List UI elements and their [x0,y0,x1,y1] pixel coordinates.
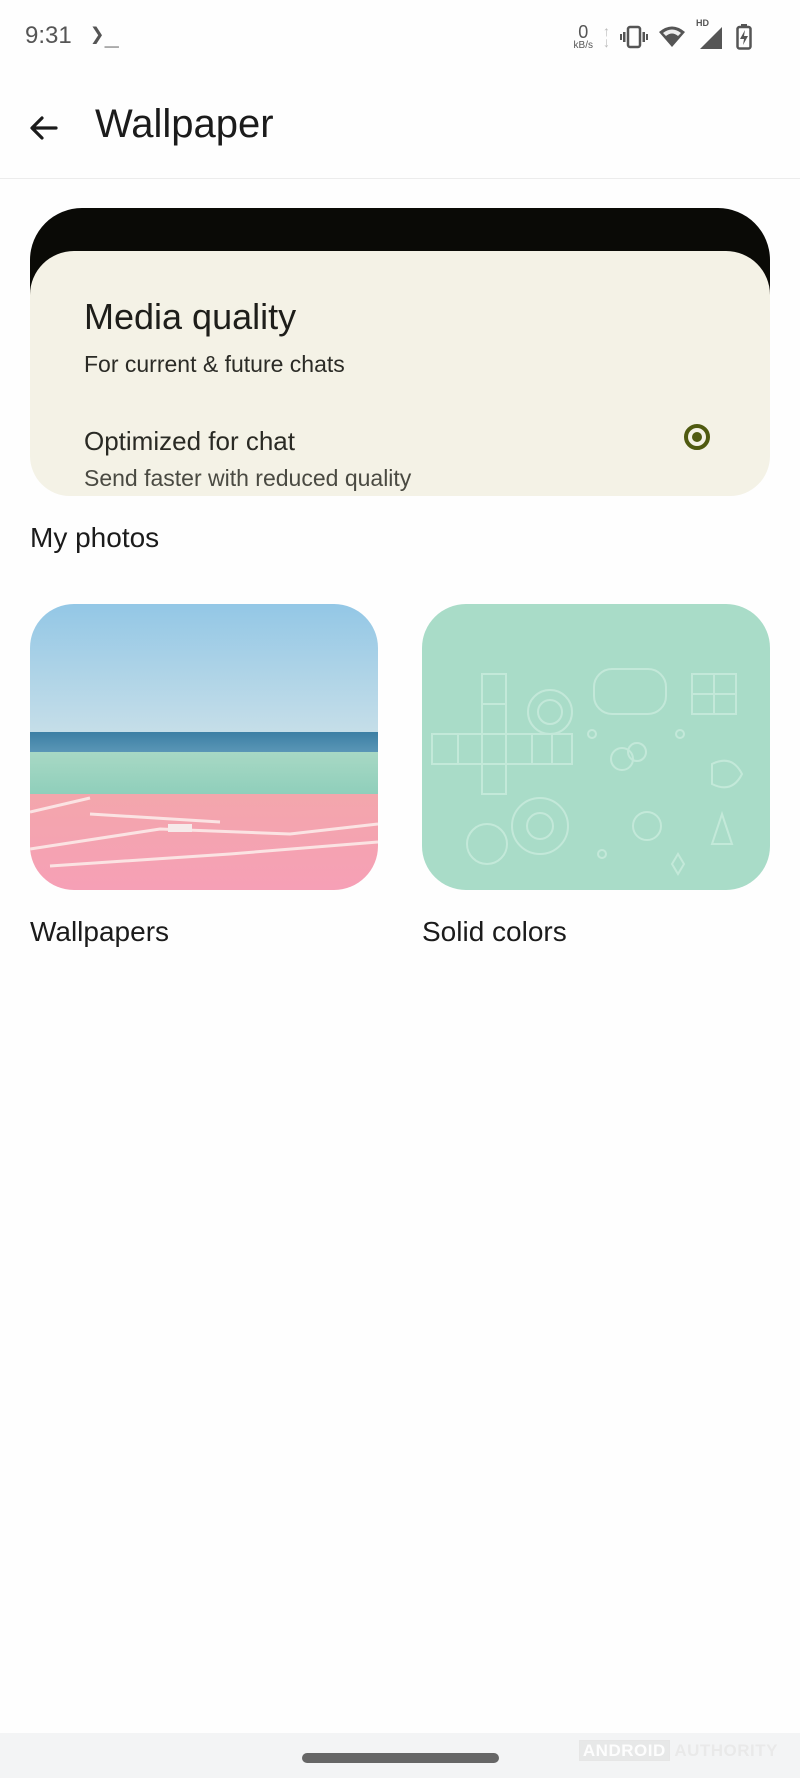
watermark-part-b: AUTHORITY [674,1741,778,1760]
media-quality-card: Media quality For current & future chats… [30,208,770,496]
watermark-part-a: ANDROID [578,1740,670,1761]
status-time: 9:31 [25,22,72,49]
doodle-pattern [431,668,744,876]
wallpapers-label[interactable]: Wallpapers [30,916,169,948]
terminal-icon: ❯_ [90,20,119,48]
solid-colors-label[interactable]: Solid colors [422,916,567,948]
thumb-sky [30,604,378,732]
solid-colors-thumbnail[interactable] [422,604,770,890]
app-bar: Wallpaper [0,80,800,179]
wifi-icon [659,26,685,47]
thumb-sea [30,732,378,752]
arrow-back-icon[interactable] [26,110,62,146]
data-arrows-icon: ↑ ↓ [603,22,610,50]
cell-signal: HD [696,18,726,50]
status-bar: 9:31 ❯_ 0 kB/s ↑ ↓ HD [0,0,800,72]
media-quality-subtitle: For current & future chats [84,351,345,377]
option-optimized-label[interactable]: Optimized for chat [84,426,295,457]
watermark: ANDROID AUTHORITY [578,1740,778,1761]
cell-signal-icon [700,27,722,49]
net-speed: 0 kB/s [574,23,593,51]
vibrate-icon [620,25,648,49]
net-speed-unit: kB/s [573,40,593,51]
gesture-handle[interactable] [302,1753,499,1763]
battery-charging-icon [736,24,752,50]
media-quality-sheet: Media quality For current & future chats… [30,251,770,496]
my-photos-item[interactable]: My photos [30,522,159,554]
navigation-bar: ANDROID AUTHORITY [0,1733,800,1778]
page-title: Wallpaper [95,102,274,146]
wallpapers-thumbnail[interactable] [30,604,378,890]
net-speed-value: 0 [578,22,589,42]
status-icons: 0 kB/s ↑ ↓ HD [574,18,752,54]
option-optimized-description: Send faster with reduced quality [84,465,412,491]
media-quality-title: Media quality [84,296,297,337]
thumb-pink-salt-flats [30,794,378,890]
option-optimized-radio[interactable] [684,424,710,450]
thumb-lagoon [30,752,378,794]
salt-flat-lines [30,796,378,868]
